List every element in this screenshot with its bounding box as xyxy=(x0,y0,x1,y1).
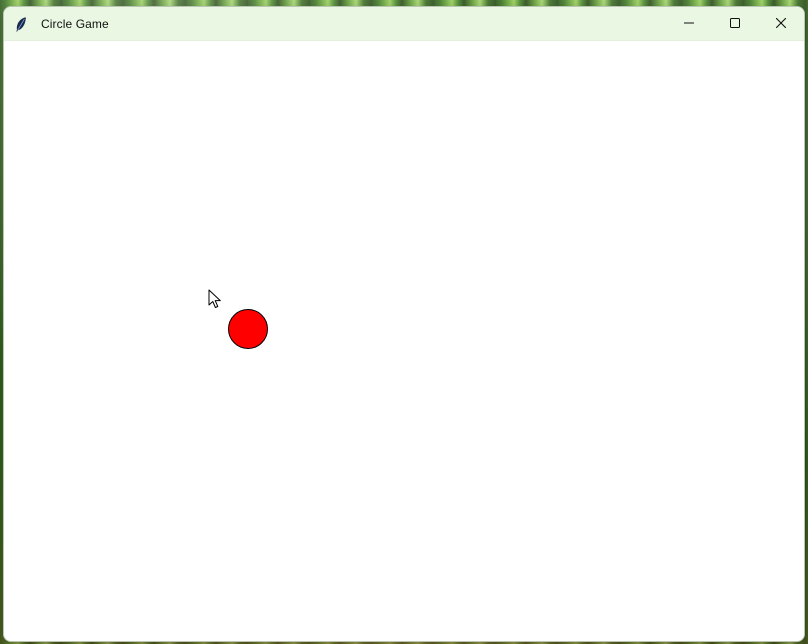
mouse-pointer-icon xyxy=(208,289,222,309)
maximize-icon xyxy=(730,15,740,33)
window-title: Circle Game xyxy=(41,16,109,31)
minimize-icon xyxy=(684,15,694,33)
close-button[interactable] xyxy=(758,7,804,41)
target-circle[interactable] xyxy=(228,309,268,349)
close-icon xyxy=(775,15,787,33)
game-canvas[interactable] xyxy=(4,41,804,641)
window-controls xyxy=(666,7,804,41)
maximize-button[interactable] xyxy=(712,7,758,41)
feather-icon xyxy=(13,16,29,32)
minimize-button[interactable] xyxy=(666,7,712,41)
app-window: Circle Game xyxy=(3,6,805,642)
title-bar[interactable]: Circle Game xyxy=(4,7,804,41)
